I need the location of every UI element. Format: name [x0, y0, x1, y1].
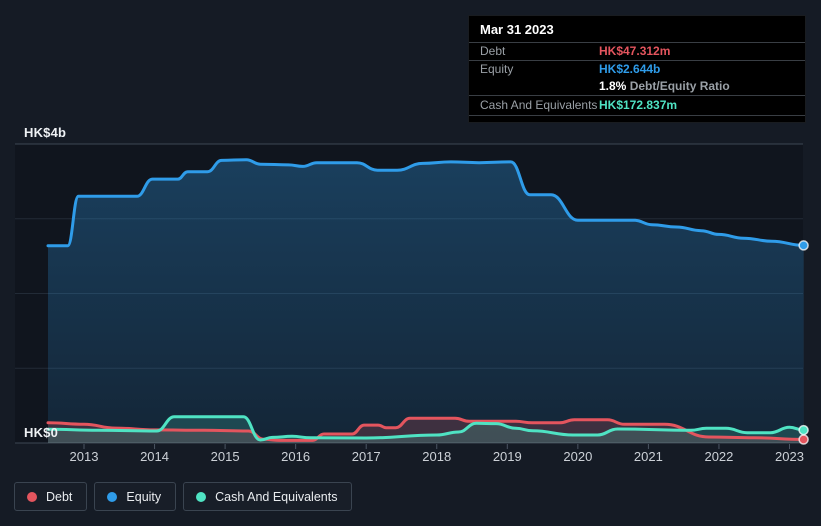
y-axis-label-bottom: HK$0 [24, 425, 59, 440]
tooltip-equity-row: Equity HK$2.644b [469, 60, 805, 78]
x-axis-label-2013: 2013 [69, 449, 99, 464]
tooltip-debt-value: HK$47.312m [599, 44, 671, 58]
legend-item-cash[interactable]: Cash And Equivalents [183, 482, 353, 511]
tooltip-equity-value: HK$2.644b [599, 62, 661, 76]
x-axis-label-2016: 2016 [281, 449, 311, 464]
tooltip-debt-label: Debt [480, 44, 506, 58]
x-axis-label-2014: 2014 [140, 449, 169, 464]
tooltip-cash-value: HK$172.837m [599, 98, 678, 112]
x-axis-label-2017: 2017 [351, 449, 381, 464]
x-axis-label-2022: 2022 [704, 449, 734, 464]
equity-series-dot-icon [107, 491, 118, 502]
debt-endpoint-marker[interactable] [798, 434, 809, 445]
x-axis-label-2018: 2018 [422, 449, 452, 464]
tooltip-ratio-value: 1.8% [599, 79, 627, 93]
tooltip-debt-row: Debt HK$47.312m [469, 42, 805, 60]
tooltip-cash-row: Cash And Equivalents HK$172.837m [469, 95, 805, 116]
y-axis-label-top: HK$4b [24, 125, 67, 140]
legend-debt-label: Debt [46, 489, 73, 504]
x-axis-label-2015: 2015 [210, 449, 240, 464]
legend-equity-label: Equity [126, 489, 162, 504]
tooltip-equity-label: Equity [480, 62, 514, 76]
debt-series-dot-icon [27, 491, 37, 502]
chart-tooltip: Mar 31 2023 Debt HK$47.312m Equity HK$2.… [468, 15, 806, 123]
x-axis-label-2020: 2020 [563, 449, 593, 464]
tooltip-ratio-row: 1.8% Debt/Equity Ratio [469, 78, 805, 95]
tooltip-cash-label: Cash And Equivalents [480, 98, 598, 112]
cash-endpoint-marker[interactable] [798, 424, 809, 436]
legend-cash-label: Cash And Equivalents [215, 489, 338, 504]
x-axis-label-2019: 2019 [492, 449, 522, 464]
legend-item-debt[interactable]: Debt [14, 482, 88, 511]
equity-endpoint-marker[interactable] [798, 240, 809, 251]
x-axis-label-2021: 2021 [633, 449, 663, 464]
tooltip-ratio: 1.8% Debt/Equity Ratio [599, 78, 730, 95]
chart-legend: Debt Equity Cash And Equivalents [14, 482, 353, 511]
tooltip-ratio-label: Debt/Equity Ratio [629, 79, 730, 93]
legend-item-equity[interactable]: Equity [94, 482, 177, 511]
x-axis-label-2023: 2023 [775, 449, 804, 464]
cash-series-dot-icon [196, 491, 207, 502]
tooltip-date: Mar 31 2023 [480, 22, 554, 37]
